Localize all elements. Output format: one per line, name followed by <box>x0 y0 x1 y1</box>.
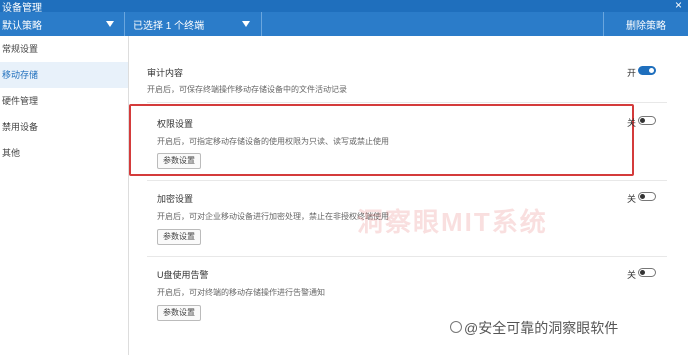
toggle-knob <box>649 68 654 73</box>
section-desc-encryption: 开启后，可对企业移动设备进行加密处理，禁止在非授权终端使用 <box>157 212 389 221</box>
watermark-logo-icon <box>450 321 462 333</box>
chevron-down-icon <box>106 21 114 27</box>
sidebar-item-hardware[interactable]: 硬件管理 <box>0 88 128 114</box>
divider <box>147 102 667 103</box>
section-desc-audit: 开启后，可保存终端操作移动存储设备中的文件活动记录 <box>147 85 347 94</box>
watermark-corner-text: @安全可靠的洞察眼软件 <box>464 320 619 336</box>
toggle-knob <box>640 270 645 275</box>
settings-panel: 审计内容 开 开启后，可保存终端操作移动存储设备中的文件活动记录 权限设置 关 … <box>129 36 688 355</box>
usb-alert-params-button[interactable]: 参数设置 <box>157 305 201 321</box>
divider <box>147 180 667 181</box>
section-desc-permissions: 开启后，可指定移动存储设备的使用权限为只读、读写或禁止使用 <box>157 137 389 146</box>
toggle-state-label: 关 <box>627 270 637 280</box>
toggle-state-label: 关 <box>627 194 637 204</box>
section-title-audit: 审计内容 <box>147 68 184 78</box>
toggle-state-label: 开 <box>627 68 637 78</box>
delete-policy-button[interactable]: 删除策略 <box>603 12 688 36</box>
divider <box>147 256 667 257</box>
permissions-toggle[interactable] <box>638 116 656 125</box>
close-icon[interactable]: × <box>675 0 682 12</box>
terminal-dropdown[interactable]: 已选择 1 个终端 <box>125 12 262 36</box>
policy-dropdown[interactable]: 默认策略 <box>0 12 125 36</box>
delete-policy-label: 删除策略 <box>626 21 666 32</box>
permissions-params-button[interactable]: 参数设置 <box>157 153 201 169</box>
section-title-usb-alert: U盘使用告警 <box>157 270 209 280</box>
sidebar-item-removable-storage[interactable]: 移动存储 <box>0 62 128 88</box>
policy-dropdown-value: 默认策略 <box>2 21 42 32</box>
watermark-text: 洞察眼MIT系统 <box>357 207 548 237</box>
toggle-knob <box>640 118 645 123</box>
chevron-down-icon <box>242 21 250 27</box>
encryption-toggle[interactable] <box>638 192 656 201</box>
toggle-knob <box>640 194 645 199</box>
section-title-encryption: 加密设置 <box>157 194 194 204</box>
section-title-permissions: 权限设置 <box>157 119 194 129</box>
sidebar-item-disabled-devices[interactable]: 禁用设备 <box>0 114 128 140</box>
sidebar-item-general[interactable]: 常规设置 <box>0 36 128 62</box>
terminal-dropdown-value: 已选择 1 个终端 <box>133 21 205 32</box>
section-desc-usb-alert: 开启后，可对终端的移动存储操作进行告警通知 <box>157 288 325 297</box>
encryption-params-button[interactable]: 参数设置 <box>157 229 201 245</box>
toggle-state-label: 关 <box>627 118 637 128</box>
sidebar: 常规设置 移动存储 硬件管理 禁用设备 其他 <box>0 36 129 355</box>
window-titlebar: 设备管理 × <box>0 0 688 14</box>
policy-toolbar: 默认策略 已选择 1 个终端 删除策略 <box>0 12 688 36</box>
sidebar-item-other[interactable]: 其他 <box>0 140 128 166</box>
usb-alert-toggle[interactable] <box>638 268 656 277</box>
audit-toggle[interactable] <box>638 66 656 75</box>
